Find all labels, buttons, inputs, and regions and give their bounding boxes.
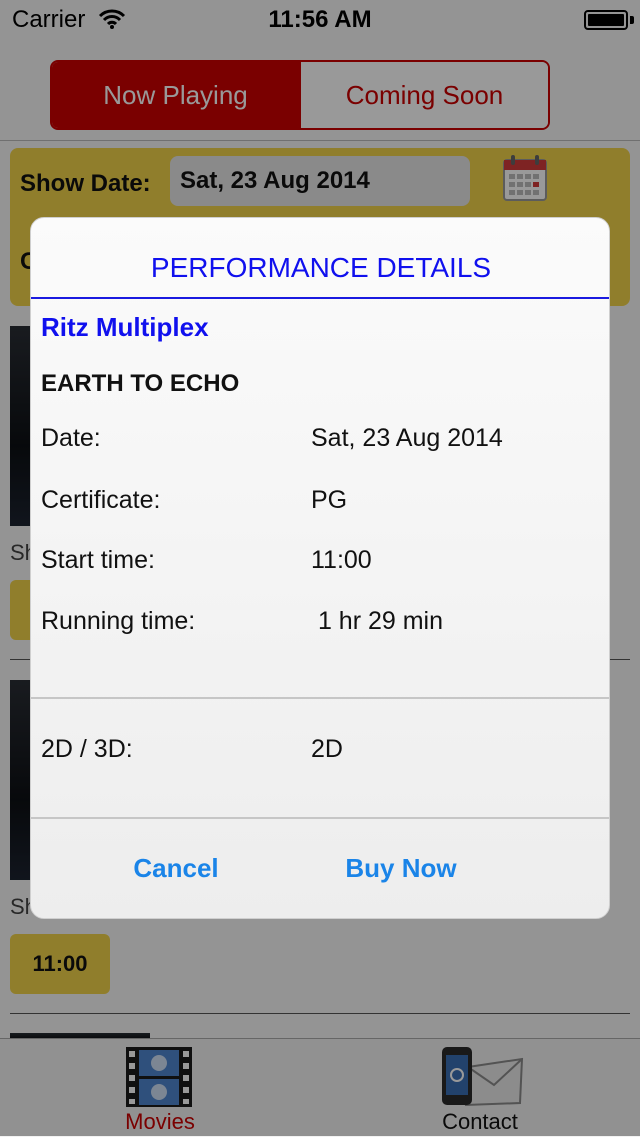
start-time-label: Start time:: [41, 546, 155, 574]
format-label: 2D / 3D:: [41, 735, 133, 763]
dialog-title: PERFORMANCE DETAILS: [150, 252, 492, 283]
cinema-name: Ritz Multiplex: [41, 312, 209, 342]
running-time-value: 1 hr 29 min: [311, 607, 444, 635]
running-time-label: Running time:: [41, 607, 196, 635]
date-value: Sat, 23 Aug 2014: [311, 424, 503, 452]
format-value: 2D: [311, 735, 343, 763]
certificate-label: Certificate:: [41, 486, 161, 514]
section-divider: [31, 697, 609, 699]
date-label: Date:: [41, 424, 101, 452]
certificate-value: PG: [311, 486, 348, 514]
buttons-divider: [31, 817, 609, 819]
performance-details-dialog: PERFORMANCE DETAILS Ritz Multiplex EARTH…: [30, 217, 610, 919]
movie-title: EARTH TO ECHO: [41, 370, 240, 397]
buy-now-button[interactable]: Buy Now: [256, 838, 546, 898]
title-underline: [31, 297, 609, 299]
start-time-value: 11:00: [311, 546, 372, 574]
